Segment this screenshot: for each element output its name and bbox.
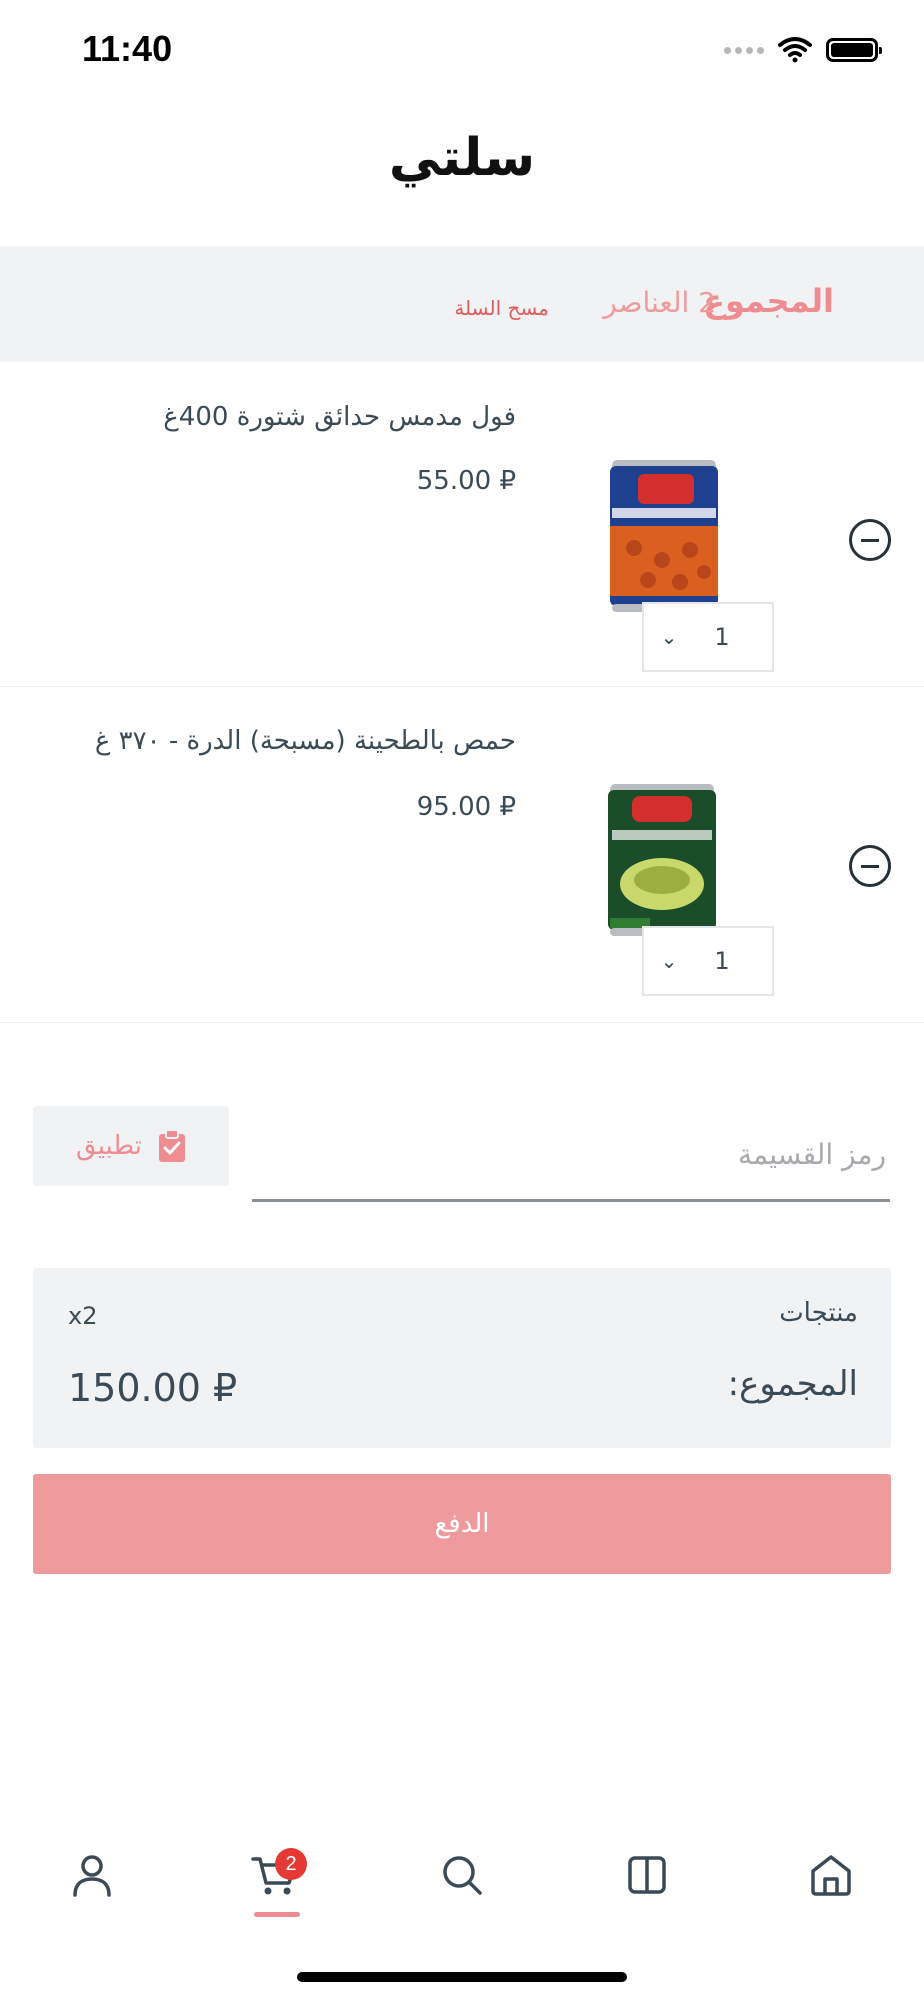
remove-item-button[interactable] bbox=[849, 845, 891, 887]
product-name: فول مدمس حدائق شتورة 400غ bbox=[163, 402, 516, 432]
active-tab-indicator bbox=[254, 1912, 300, 1917]
pay-button-label: الدفع bbox=[434, 1509, 490, 1539]
wifi-icon bbox=[778, 37, 812, 63]
product-price: 95.00 ₽ bbox=[416, 792, 516, 822]
clipboard-check-icon bbox=[158, 1129, 185, 1162]
cart-item-row: فول مدمس حدائق شتورة 400غ 55.00 ₽ ⌄ 1 bbox=[0, 364, 924, 687]
apply-coupon-label: تطبيق bbox=[76, 1131, 142, 1161]
chevron-down-icon: ⌄ bbox=[660, 625, 678, 649]
summary-items-count: 2 العناصر bbox=[603, 286, 716, 319]
home-icon bbox=[811, 1855, 851, 1896]
product-name: حمص بالطحينة (مسبحة) الدرة - ٣٧٠ غ bbox=[94, 726, 516, 756]
order-totals-panel bbox=[33, 1268, 891, 1448]
cart-badge: 2 bbox=[275, 1848, 307, 1880]
product-price: 55.00 ₽ bbox=[416, 466, 516, 496]
tab-search[interactable] bbox=[417, 1830, 507, 1920]
tab-categories[interactable] bbox=[602, 1830, 692, 1920]
status-icons bbox=[724, 32, 882, 68]
home-indicator bbox=[297, 1972, 627, 1982]
page-title: سلتي bbox=[388, 128, 536, 188]
total-label: المجموع: bbox=[727, 1364, 858, 1404]
quantity-value: 1 bbox=[714, 947, 730, 975]
product-image-fava-beans bbox=[610, 460, 718, 612]
book-icon bbox=[628, 1856, 666, 1894]
signal-icon bbox=[724, 46, 764, 54]
summary-total-label: المجموع bbox=[703, 282, 834, 320]
products-count: x2 bbox=[68, 1302, 98, 1330]
tab-profile[interactable] bbox=[47, 1830, 137, 1920]
quantity-selector[interactable]: ⌄ 1 bbox=[642, 602, 774, 672]
pay-button[interactable]: الدفع bbox=[33, 1474, 891, 1574]
product-image-hummus bbox=[608, 784, 716, 936]
cart-item-row: حمص بالطحينة (مسبحة) الدرة - ٣٧٠ غ 95.00… bbox=[0, 700, 924, 1023]
apply-coupon-button[interactable]: تطبيق bbox=[33, 1106, 229, 1186]
chevron-down-icon: ⌄ bbox=[660, 949, 678, 973]
status-time: 11:40 bbox=[82, 28, 173, 69]
quantity-value: 1 bbox=[714, 623, 730, 651]
tab-home[interactable] bbox=[786, 1830, 876, 1920]
total-value: 150.00 ₽ bbox=[68, 1366, 238, 1410]
products-label: منتجات bbox=[779, 1298, 858, 1328]
battery-icon bbox=[826, 38, 882, 62]
tab-cart[interactable] bbox=[230, 1830, 320, 1920]
search-icon bbox=[443, 1856, 482, 1895]
user-icon bbox=[73, 1855, 111, 1897]
quantity-selector[interactable]: ⌄ 1 bbox=[642, 926, 774, 996]
remove-item-button[interactable] bbox=[849, 519, 891, 561]
clear-cart-link[interactable]: مسح السلة bbox=[454, 296, 549, 320]
coupon-code-input[interactable] bbox=[252, 1110, 890, 1202]
